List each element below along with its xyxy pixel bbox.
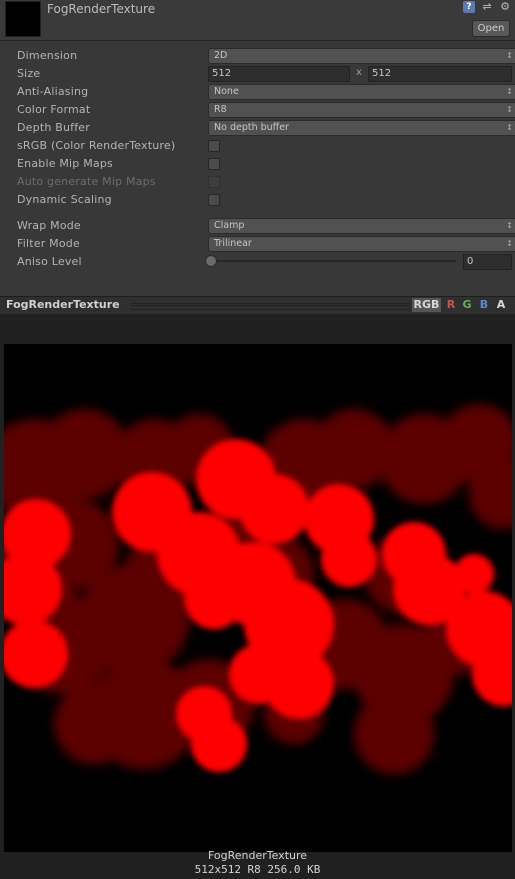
help-icon[interactable]: ? xyxy=(463,1,475,13)
channel-rgb-button[interactable]: RGB xyxy=(412,298,441,312)
dynamic-scaling-checkbox[interactable] xyxy=(208,194,220,206)
depth-buffer-row: Depth Buffer No depth buffer xyxy=(17,120,515,136)
size-height-field[interactable]: 512 xyxy=(368,66,512,82)
srgb-checkbox[interactable] xyxy=(208,140,220,152)
aniso-level-label: Aniso Level xyxy=(17,255,82,268)
filter-mode-dropdown[interactable]: Trilinear xyxy=(208,236,515,252)
size-row: Size 512 x 512 xyxy=(17,66,514,82)
depth-buffer-dropdown[interactable]: No depth buffer xyxy=(208,120,515,136)
gear-icon[interactable]: ⚙ xyxy=(499,1,511,13)
auto-generate-mip-maps-row: Auto generate Mip Maps xyxy=(17,174,514,190)
filter-mode-label: Filter Mode xyxy=(17,237,80,250)
preview-drag-handle[interactable] xyxy=(131,303,410,310)
preview-area: FogRenderTexture 512x512 R8 256.0 KB xyxy=(0,314,515,879)
aniso-level-field[interactable]: 0 xyxy=(463,254,512,270)
depth-buffer-label: Depth Buffer xyxy=(17,121,90,134)
enable-mip-maps-label: Enable Mip Maps xyxy=(17,157,113,170)
channel-r-button[interactable]: R xyxy=(445,298,457,312)
inspector-panel: Dimension 2D Size 512 x 512 Anti-Aliasin… xyxy=(0,41,515,296)
wrap-mode-label: Wrap Mode xyxy=(17,219,81,232)
color-format-row: Color Format R8 xyxy=(17,102,515,118)
dynamic-scaling-label: Dynamic Scaling xyxy=(17,193,112,206)
auto-generate-mip-maps-checkbox xyxy=(208,176,220,188)
size-separator: x xyxy=(356,67,362,78)
color-format-label: Color Format xyxy=(17,103,91,116)
channel-a-button[interactable]: A xyxy=(495,298,507,312)
fog-texture-image xyxy=(4,344,512,852)
srgb-row: sRGB (Color RenderTexture) xyxy=(17,138,514,154)
preview-title: FogRenderTexture xyxy=(6,298,120,311)
anti-aliasing-label: Anti-Aliasing xyxy=(17,85,89,98)
preset-icon[interactable]: ⇌ xyxy=(481,1,493,13)
aniso-level-row: Aniso Level 0 xyxy=(17,254,514,270)
aniso-level-slider-track[interactable] xyxy=(213,260,456,262)
dynamic-scaling-row: Dynamic Scaling xyxy=(17,192,514,208)
texture-thumbnail xyxy=(5,1,41,37)
srgb-label: sRGB (Color RenderTexture) xyxy=(17,139,176,152)
texture-preview xyxy=(4,344,512,852)
anti-aliasing-dropdown[interactable]: None xyxy=(208,84,515,100)
preview-info-details: 512x512 R8 256.0 KB xyxy=(194,863,321,876)
dimension-row: Dimension 2D xyxy=(17,48,515,64)
anti-aliasing-row: Anti-Aliasing None xyxy=(17,84,515,100)
open-button[interactable]: Open xyxy=(472,20,510,37)
dimension-label: Dimension xyxy=(17,49,78,62)
enable-mip-maps-row: Enable Mip Maps xyxy=(17,156,514,172)
wrap-mode-dropdown[interactable]: Clamp xyxy=(208,218,515,234)
wrap-mode-row: Wrap Mode Clamp xyxy=(17,218,515,234)
channel-b-button[interactable]: B xyxy=(478,298,490,312)
enable-mip-maps-checkbox[interactable] xyxy=(208,158,220,170)
size-label: Size xyxy=(17,67,41,80)
asset-header: FogRenderTexture ? ⇌ ⚙ Open xyxy=(0,0,515,41)
header-icons: ? ⇌ ⚙ xyxy=(463,1,511,13)
dimension-dropdown[interactable]: 2D xyxy=(208,48,515,64)
preview-header: FogRenderTexture RGB R G B A xyxy=(0,296,515,315)
channel-g-button[interactable]: G xyxy=(461,298,473,312)
color-format-dropdown[interactable]: R8 xyxy=(208,102,515,118)
filter-mode-row: Filter Mode Trilinear xyxy=(17,236,515,252)
aniso-level-slider-knob[interactable] xyxy=(205,255,217,267)
preview-info-name: FogRenderTexture xyxy=(207,849,308,862)
auto-generate-mip-maps-label: Auto generate Mip Maps xyxy=(17,175,156,188)
asset-title: FogRenderTexture xyxy=(47,2,156,16)
size-width-field[interactable]: 512 xyxy=(208,66,350,82)
